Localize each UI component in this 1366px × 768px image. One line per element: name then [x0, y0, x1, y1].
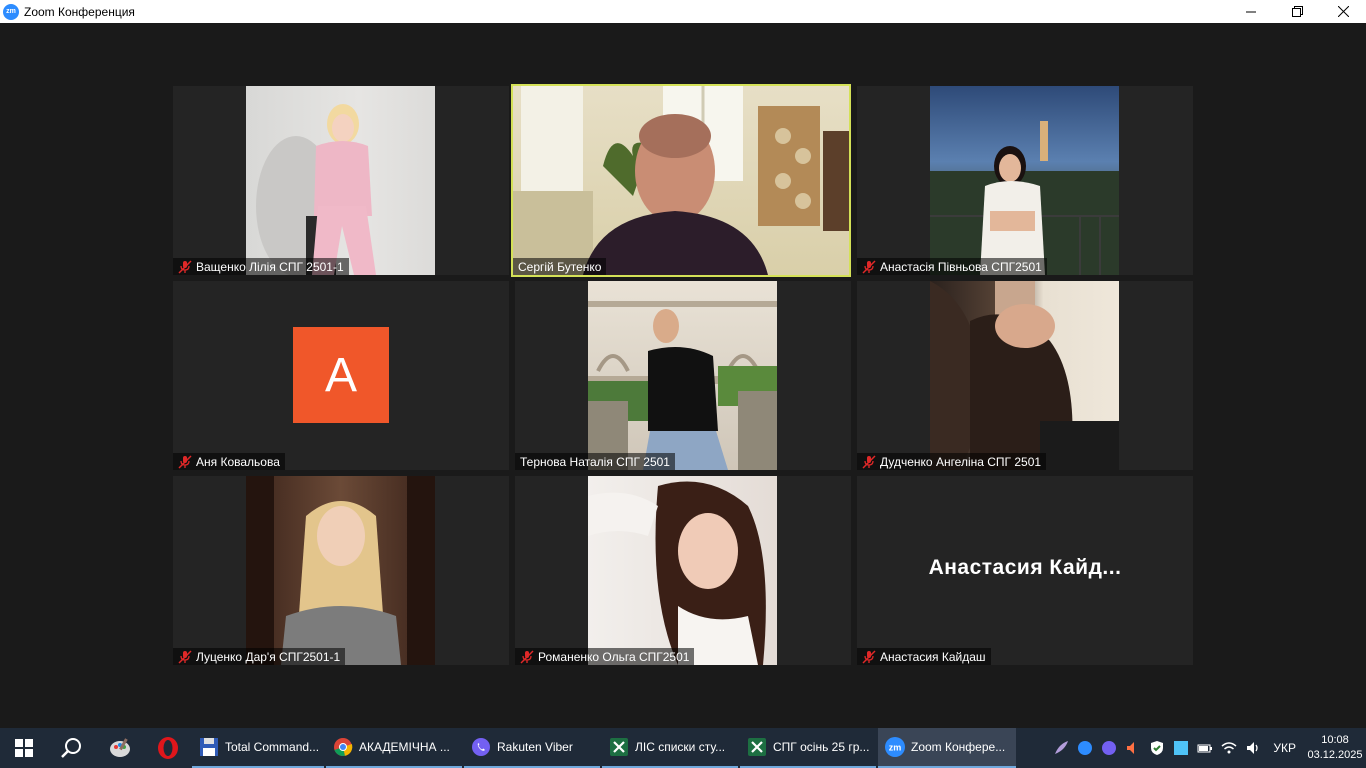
- tray-speaker-muted-icon[interactable]: [1121, 728, 1145, 768]
- muted-mic-icon: [178, 649, 192, 664]
- window-title: Zoom Конференция: [24, 4, 135, 19]
- participant-name-bar: Тернова Наталія СПГ 2501: [515, 453, 675, 470]
- window-titlebar[interactable]: zm Zoom Конференция: [0, 0, 1366, 23]
- chrome-icon: [332, 736, 354, 758]
- participant-name: Анастасия Кайдаш: [880, 649, 986, 664]
- zoom-icon: zm: [884, 736, 906, 758]
- tray-zoom-icon[interactable]: [1073, 728, 1097, 768]
- participant-name-bar: Луценко Дар'я СПГ2501-1: [173, 648, 346, 665]
- participant-name: Дудченко Ангеліна СПГ 2501: [880, 454, 1042, 469]
- taskbar-app-viber[interactable]: Rakuten Viber: [464, 728, 600, 768]
- taskbar-app-chrome[interactable]: АКАДЕМІЧНА ...: [326, 728, 462, 768]
- taskbar-app-label: Rakuten Viber: [497, 740, 573, 754]
- participant-name-bar: Анастасия Кайдаш: [857, 648, 991, 665]
- tray-feather-icon[interactable]: [1049, 728, 1073, 768]
- taskbar-app-label: СПГ осінь 25 гр...: [773, 740, 870, 754]
- participant-video: [588, 281, 777, 470]
- participant-name: Луценко Дар'я СПГ2501-1: [196, 649, 341, 664]
- close-icon: [1337, 6, 1349, 17]
- windows-logo-icon: [15, 739, 33, 757]
- taskbar-app-label: АКАДЕМІЧНА ...: [359, 740, 450, 754]
- avatar: A: [293, 327, 389, 423]
- participant-tile[interactable]: A Аня Ковальова: [173, 281, 509, 470]
- muted-mic-icon: [862, 649, 876, 664]
- paint-palette-icon: [110, 738, 130, 757]
- taskbar-app-excel-2[interactable]: СПГ осінь 25 гр...: [740, 728, 876, 768]
- taskbar-app-label: Total Command...: [225, 740, 320, 754]
- tray-shield-icon[interactable]: [1145, 728, 1169, 768]
- muted-mic-icon: [862, 454, 876, 469]
- participant-video: [246, 86, 435, 275]
- participant-tile[interactable]: Анастасія Півньова СПГ2501: [857, 86, 1193, 275]
- participant-name: Сергій Бутенко: [518, 259, 602, 274]
- svg-text:zm: zm: [889, 743, 902, 753]
- participant-name-bar: Ващенко Лілія СПГ 2501-1: [173, 258, 349, 275]
- pinned-paint-app[interactable]: [96, 728, 144, 768]
- tray-viber-icon[interactable]: [1097, 728, 1121, 768]
- participant-name-bar: Анастасія Півньова СПГ2501: [857, 258, 1047, 275]
- participant-tile[interactable]: Ващенко Лілія СПГ 2501-1: [173, 86, 509, 275]
- muted-mic-icon: [178, 259, 192, 274]
- excel-icon: [746, 736, 768, 758]
- participant-name-bar: Аня Ковальова: [173, 453, 285, 470]
- participant-display-name: Анастасия Кайд...: [928, 556, 1122, 579]
- participant-name: Романенко Ольга СПГ2501: [538, 649, 690, 664]
- participant-name-bar: Сергій Бутенко: [513, 258, 607, 275]
- taskbar-app-excel-1[interactable]: ЛІС списки сту...: [602, 728, 738, 768]
- opera-icon: [158, 737, 178, 759]
- participant-name-bar: Дудченко Ангеліна СПГ 2501: [857, 453, 1047, 470]
- close-button[interactable]: [1320, 0, 1366, 23]
- tray-volume-icon[interactable]: [1241, 728, 1265, 768]
- participant-tile[interactable]: Луценко Дар'я СПГ2501-1: [173, 476, 509, 665]
- participant-name-bar: Романенко Ольга СПГ2501: [515, 648, 695, 665]
- viber-icon: [470, 736, 492, 758]
- muted-mic-icon: [178, 454, 192, 469]
- participant-tile[interactable]: Романенко Ольга СПГ2501: [515, 476, 851, 665]
- minimize-icon: [1246, 11, 1256, 12]
- participant-video: [930, 86, 1119, 275]
- participant-tile[interactable]: Дудченко Ангеліна СПГ 2501: [857, 281, 1193, 470]
- tray-wifi-icon[interactable]: [1217, 728, 1241, 768]
- taskbar-app-label: Zoom Конфере...: [911, 740, 1006, 754]
- clock-time: 10:08: [1321, 734, 1349, 746]
- participant-tile[interactable]: Анастасия Кайд... Анастасия Кайдаш: [857, 476, 1193, 665]
- restore-button[interactable]: [1274, 0, 1320, 23]
- participant-video: [246, 476, 435, 665]
- minimize-button[interactable]: [1228, 0, 1274, 23]
- tray-battery-icon[interactable]: [1193, 728, 1217, 768]
- floppy-icon: [198, 736, 220, 758]
- start-button[interactable]: [0, 728, 48, 768]
- participant-video: [588, 476, 777, 665]
- participant-name: Аня Ковальова: [196, 454, 280, 469]
- taskbar-app-zoom[interactable]: zm Zoom Конфере...: [878, 728, 1016, 768]
- system-clock[interactable]: 10:08 03.12.2025: [1304, 733, 1366, 763]
- participant-name: Анастасія Півньова СПГ2501: [880, 259, 1042, 274]
- muted-mic-icon: [520, 649, 534, 664]
- gallery-view: Ващенко Лілія СПГ 2501-1 Сергій Бутенко …: [0, 23, 1366, 728]
- system-tray: УКР 10:08 03.12.2025: [1049, 728, 1366, 768]
- window-controls: [1228, 0, 1366, 23]
- tray-network-app-icon[interactable]: [1169, 728, 1193, 768]
- participant-video: [930, 281, 1119, 470]
- participant-name: Тернова Наталія СПГ 2501: [520, 454, 670, 469]
- muted-mic-icon: [862, 259, 876, 274]
- participant-tile[interactable]: Тернова Наталія СПГ 2501: [515, 281, 851, 470]
- search-button[interactable]: [48, 728, 96, 768]
- participant-name: Ващенко Лілія СПГ 2501-1: [196, 259, 344, 274]
- taskbar-app-label: ЛІС списки сту...: [635, 740, 726, 754]
- restore-icon: [1291, 6, 1303, 17]
- input-language[interactable]: УКР: [1273, 741, 1296, 755]
- participant-video: [513, 86, 849, 275]
- participant-tile-active-speaker[interactable]: Сергій Бутенко: [511, 84, 851, 277]
- windows-taskbar: Total Command... АКАДЕМІЧНА ... Rakuten …: [0, 728, 1366, 768]
- pinned-opera-app[interactable]: [144, 728, 192, 768]
- search-icon: [61, 738, 81, 758]
- zoom-app-icon: zm: [3, 3, 19, 20]
- taskbar-app-total-commander[interactable]: Total Command...: [192, 728, 324, 768]
- excel-icon: [608, 736, 630, 758]
- clock-date: 03.12.2025: [1307, 749, 1363, 761]
